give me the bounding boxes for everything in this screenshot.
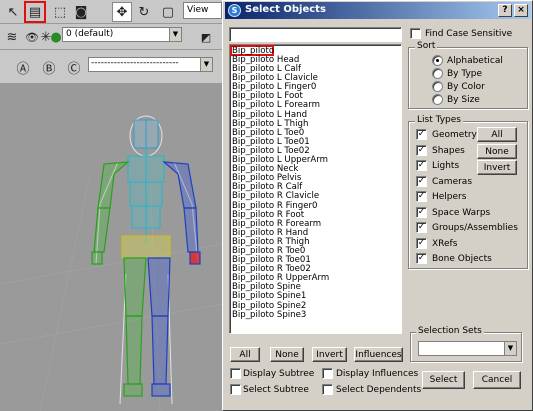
select-dependents-label: Select Dependents: [336, 385, 422, 395]
select-subtree-checkbox[interactable]: [230, 384, 241, 395]
display-subtree-label: Display Subtree: [243, 369, 315, 379]
type-label: Lights: [432, 161, 460, 171]
layer-value: 0 (default): [66, 29, 114, 39]
abc-toolbar: Ⓐ Ⓑ Ⓒ --------------------------- ▼: [0, 51, 222, 84]
sort-option-label: By Size: [447, 95, 480, 105]
type-checkbox-shapes[interactable]: ✓: [416, 144, 427, 156]
named-selection-value: ---------------------------: [91, 58, 179, 68]
sort-radio-by-type[interactable]: [432, 68, 443, 79]
selection-sets-dropdown[interactable]: ▼: [418, 341, 517, 356]
find-case-label: Find Case Sensitive: [425, 29, 513, 39]
rect-region-icon[interactable]: ⬚: [50, 2, 70, 22]
scale-icon[interactable]: ▢: [158, 2, 178, 22]
list-none-button[interactable]: None: [270, 347, 304, 362]
reference-coord-dropdown[interactable]: View: [183, 2, 222, 19]
type-checkbox-bone-objects[interactable]: ✓: [416, 253, 427, 264]
type-label: Cameras: [432, 176, 473, 187]
layers-icon[interactable]: ≋: [2, 27, 22, 47]
type-label: Helpers: [432, 192, 467, 202]
list-invert-button[interactable]: Invert: [312, 347, 347, 362]
sort-option-label: Alphabetical: [447, 56, 503, 66]
sort-group-label: Sort: [415, 41, 438, 51]
window-crossing-icon[interactable]: ◙: [71, 2, 91, 22]
list-influences-button[interactable]: Influences: [354, 347, 403, 362]
chevron-down-icon: ▼: [504, 342, 516, 355]
list-item[interactable]: Bip_piloto Spine3: [230, 310, 401, 320]
layers-toolbar: ≋ 👁 ✳ ● 0 (default) ▼ ◩: [0, 25, 222, 50]
type-label: XRefs: [432, 238, 458, 249]
type-checkbox-space-warps[interactable]: ✓: [416, 206, 427, 218]
type-label: Bone Objects: [432, 254, 492, 264]
sort-radio-by-size[interactable]: [432, 94, 443, 105]
type-checkbox-xrefs[interactable]: ✓: [416, 237, 427, 249]
help-button[interactable]: ?: [498, 4, 512, 17]
find-case-checkbox[interactable]: [410, 28, 421, 39]
teapot-c-icon[interactable]: Ⓒ: [64, 57, 84, 77]
types-invert-button[interactable]: Invert: [477, 160, 517, 175]
sort-option-label: By Color: [447, 82, 485, 92]
cancel-button[interactable]: Cancel: [473, 371, 521, 389]
search-input[interactable]: [229, 27, 402, 42]
move-icon[interactable]: ✥: [112, 2, 132, 22]
type-label: Geometry: [432, 130, 477, 140]
list-types-group-label: List Types: [415, 115, 463, 125]
selection-sets-label: Selection Sets: [416, 326, 484, 336]
named-selection-dropdown[interactable]: --------------------------- ▼: [88, 57, 213, 72]
app-icon: S: [228, 4, 241, 17]
teapot-a-icon[interactable]: Ⓐ: [13, 57, 33, 77]
select-objects-dialog: S Select Objects ? × Bip_piloto Bip_pilot…: [222, 0, 533, 411]
sort-option-label: By Type: [447, 69, 483, 79]
biped-figure: [0, 115, 222, 411]
sort-radio-alphabetical[interactable]: [432, 55, 443, 66]
type-label: Shapes: [432, 145, 465, 156]
chevron-down-icon: ▼: [200, 58, 212, 71]
teapot-b-icon[interactable]: Ⓑ: [39, 57, 59, 77]
display-subtree-checkbox[interactable]: [230, 368, 241, 379]
type-checkbox-lights[interactable]: ✓: [416, 160, 427, 171]
type-checkbox-groups-assemblies[interactable]: ✓: [416, 222, 427, 233]
sort-radio-by-color[interactable]: [432, 81, 443, 92]
select-button[interactable]: Select: [422, 371, 465, 389]
chevron-down-icon: ▼: [169, 28, 181, 41]
close-button[interactable]: ×: [514, 4, 528, 17]
dialog-titlebar[interactable]: S Select Objects ? ×: [225, 2, 531, 19]
types-none-button[interactable]: None: [477, 144, 517, 159]
type-checkbox-geometry[interactable]: ✓: [416, 129, 427, 140]
max-workspace: ↖ ▤ ⬚ ◙ ✥ ↻ ▢ View ≋ 👁 ✳ ● 0 (default) ▼…: [0, 0, 222, 411]
new-layer-icon[interactable]: ◩: [196, 27, 216, 47]
select-arrow-icon[interactable]: ↖: [3, 2, 23, 22]
type-checkbox-helpers[interactable]: ✓: [416, 191, 427, 202]
list-all-button[interactable]: All: [230, 347, 260, 362]
viewport[interactable]: [0, 84, 222, 411]
display-influences-checkbox[interactable]: [322, 368, 333, 379]
dialog-title: Select Objects: [245, 4, 326, 15]
layer-dropdown[interactable]: 0 (default) ▼: [62, 27, 182, 42]
main-toolbar: ↖ ▤ ⬚ ◙ ✥ ↻ ▢ View: [0, 0, 222, 24]
rotate-icon[interactable]: ↻: [134, 2, 154, 22]
types-all-button[interactable]: All: [477, 127, 517, 142]
object-list[interactable]: Bip_piloto Bip_piloto Head Bip_piloto L Ca…: [229, 44, 402, 334]
display-influences-label: Display Influences: [336, 369, 419, 379]
type-label: Space Warps: [432, 207, 491, 218]
type-checkbox-cameras[interactable]: ✓: [416, 175, 427, 187]
select-by-name-icon[interactable]: ▤: [24, 1, 46, 23]
select-dependents-checkbox[interactable]: [322, 384, 333, 395]
select-subtree-label: Select Subtree: [243, 385, 309, 395]
type-label: Groups/Assemblies: [432, 223, 518, 233]
